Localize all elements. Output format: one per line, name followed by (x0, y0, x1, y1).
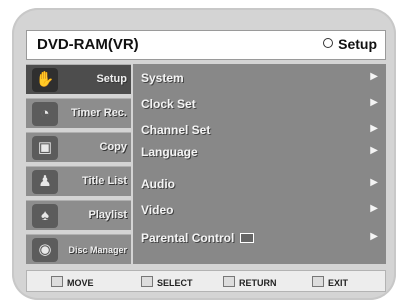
sidebar-item-disc-manager[interactable]: ◉ Disc Manager (26, 234, 131, 264)
key-exit-label: EXIT (328, 278, 349, 288)
direction-key-icon (51, 276, 63, 287)
sidebar-item-label: Copy (99, 141, 128, 153)
page-title: DVD-RAM(VR) (37, 36, 139, 53)
sidebar-item-playlist[interactable]: ♠ Playlist (26, 200, 131, 230)
arrow-right-icon: ▶ (370, 71, 378, 82)
sidebar-item-setup[interactable]: ✋ Setup (26, 64, 131, 94)
sidebar-item-title-list[interactable]: ♟ Title List (26, 166, 131, 196)
key-select: SELECT (141, 276, 193, 288)
setup-menu: System ▶ Clock Set ▶ Channel Set ▶ Langu… (133, 64, 386, 264)
sidebar-item-copy[interactable]: ▣ Copy (26, 132, 131, 162)
section-indicator: Setup (323, 36, 377, 52)
osd-screen: DVD-RAM(VR) Setup ✋ Setup ◔ Timer Rec. ▣… (12, 8, 396, 300)
title-list-icon: ♟ (32, 170, 58, 194)
key-exit: EXIT (312, 276, 348, 288)
key-return-label: RETURN (239, 278, 277, 288)
key-move-label: MOVE (67, 278, 94, 288)
menu-item-audio[interactable]: Audio ▶ (133, 174, 386, 196)
menu-item-label: Channel Set (141, 123, 211, 137)
sidebar-item-timer-rec[interactable]: ◔ Timer Rec. (26, 98, 131, 128)
menu-item-channel-set[interactable]: Channel Set ▶ (133, 120, 386, 142)
arrow-right-icon: ▶ (370, 123, 378, 134)
disc-icon: ◉ (32, 238, 58, 262)
menu-item-label: System (141, 71, 184, 85)
menu-item-label: Language (141, 145, 198, 159)
menu-item-label: Video (141, 203, 174, 217)
sidebar-item-label: Playlist (88, 209, 127, 221)
sidebar-item-label: Disc Manager (68, 245, 127, 255)
arrow-right-icon: ▶ (370, 145, 378, 156)
key-select-label: SELECT (157, 278, 193, 288)
menu-item-label: Clock Set (141, 97, 196, 111)
section-label: Setup (338, 36, 377, 52)
menu-item-label-wrap: Parental Control (141, 231, 255, 245)
arrow-right-icon: ▶ (370, 97, 378, 108)
return-key-icon (223, 276, 235, 287)
exit-key-icon (312, 276, 324, 287)
menu-item-parental-control[interactable]: Parental Control ▶ (133, 228, 386, 250)
arrow-right-icon: ▶ (370, 177, 378, 188)
key-move: MOVE (51, 276, 94, 288)
arrow-right-icon: ▶ (370, 231, 378, 242)
arrow-right-icon: ▶ (370, 203, 378, 214)
sidebar-item-label: Title List (81, 175, 127, 187)
menu-item-system[interactable]: System ▶ (133, 68, 386, 90)
sidebar-item-label: Timer Rec. (70, 107, 127, 119)
menu-item-language[interactable]: Language ▶ (133, 142, 386, 164)
sidebar: ✋ Setup ◔ Timer Rec. ▣ Copy ♟ Title List… (26, 64, 131, 264)
menu-item-clock-set[interactable]: Clock Set ▶ (133, 94, 386, 116)
lock-icon (240, 233, 255, 243)
enter-key-icon (141, 276, 153, 287)
copy-icon: ▣ (32, 136, 58, 160)
key-return: RETURN (223, 276, 277, 288)
circle-icon (323, 38, 334, 48)
title-bar: DVD-RAM(VR) Setup (26, 30, 386, 60)
key-guide-bar: MOVE SELECT RETURN EXIT (26, 270, 386, 292)
timer-icon: ◔ (32, 102, 58, 126)
menu-item-video[interactable]: Video ▶ (133, 200, 386, 222)
playlist-icon: ♠ (32, 204, 58, 228)
menu-item-label: Audio (141, 177, 175, 191)
menu-item-label: Parental Control (141, 231, 235, 245)
sidebar-item-label: Setup (96, 73, 127, 85)
setup-icon: ✋ (32, 68, 58, 92)
